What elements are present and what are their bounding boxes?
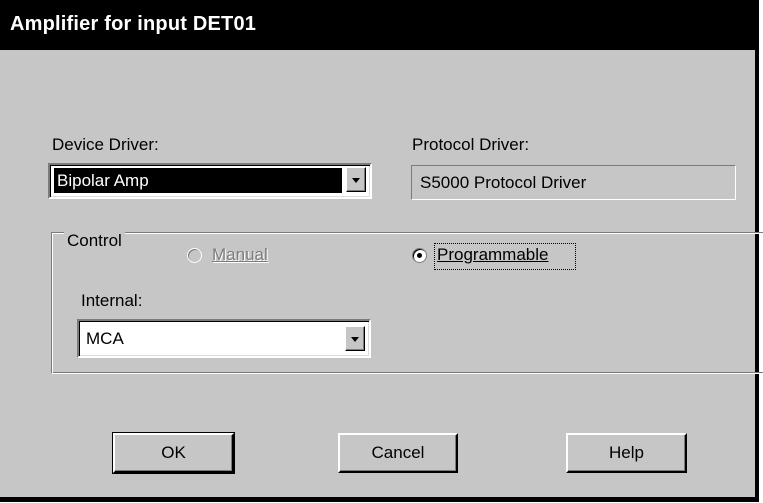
internal-dropdown-button[interactable]: [345, 326, 365, 351]
protocol-driver-field: S5000 Protocol Driver: [411, 165, 736, 200]
manual-radio-label: Manual: [212, 245, 268, 265]
device-driver-dropdown-button[interactable]: [346, 167, 366, 192]
manual-label-text: Manual: [212, 245, 268, 264]
internal-combo[interactable]: MCA: [77, 319, 371, 358]
protocol-driver-value: S5000 Protocol Driver: [420, 173, 587, 192]
manual-radio-button[interactable]: [187, 248, 202, 263]
device-driver-label: Device Driver:: [52, 135, 159, 154]
programmable-radio-button[interactable]: [412, 248, 427, 263]
chevron-down-icon: [351, 337, 359, 342]
dialog-title: Amplifier for input DET01: [10, 13, 257, 35]
internal-label: Internal:: [81, 291, 143, 310]
protocol-driver-label: Protocol Driver:: [412, 135, 530, 154]
amplifier-dialog: Amplifier for input DET01 Device Driver:…: [0, 0, 763, 502]
device-driver-value: Bipolar Amp: [54, 168, 342, 193]
programmable-label-text: Programmable: [437, 245, 549, 264]
dialog-titlebar[interactable]: Amplifier for input DET01: [0, 0, 755, 50]
programmable-radio-label[interactable]: Programmable: [437, 245, 549, 265]
help-button[interactable]: Help: [566, 433, 687, 473]
cancel-button[interactable]: Cancel: [338, 433, 458, 473]
ok-button[interactable]: OK: [112, 432, 235, 474]
internal-value: MCA: [86, 329, 124, 348]
radio-selected-icon: [417, 253, 422, 258]
device-driver-combo[interactable]: Bipolar Amp: [48, 163, 372, 199]
control-group-legend: Control: [64, 231, 125, 251]
chevron-down-icon: [352, 178, 360, 183]
